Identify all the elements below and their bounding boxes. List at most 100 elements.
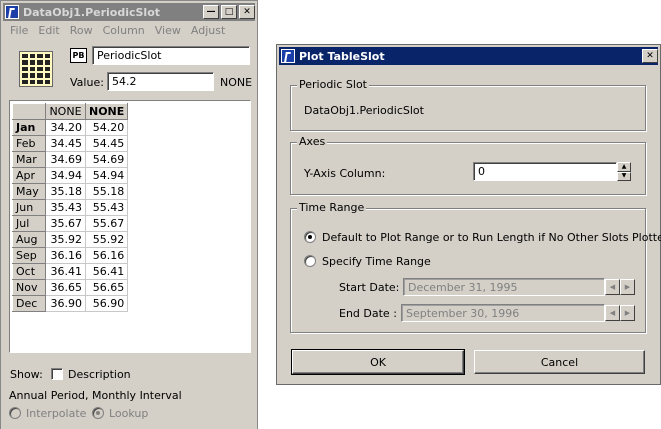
value-units: NONE bbox=[220, 76, 253, 89]
interpolate-label: Interpolate bbox=[26, 407, 87, 420]
table-cell[interactable]: 34.45 bbox=[45, 135, 86, 152]
table-cell[interactable]: 34.69 bbox=[45, 151, 86, 168]
menu-bar: File Edit Row Column View Adjust bbox=[5, 24, 230, 37]
table-cell[interactable]: 35.18 bbox=[45, 183, 86, 200]
description-checkbox[interactable] bbox=[51, 368, 63, 380]
maximize-button[interactable]: □ bbox=[221, 5, 237, 19]
slot-window-titlebar[interactable]: DataObj1.PeriodicSlot — □ ✕ bbox=[3, 3, 255, 21]
table-cell[interactable]: 34.94 bbox=[45, 167, 86, 184]
ok-button[interactable]: OK bbox=[291, 349, 465, 375]
table-row: Nov 36.65 56.65 bbox=[12, 279, 129, 296]
table-cell[interactable]: 55.43 bbox=[84, 199, 129, 216]
time-range-group-title: Time Range bbox=[297, 201, 367, 214]
table-cell[interactable]: 55.18 bbox=[84, 183, 129, 200]
spin-up-icon[interactable]: ▲ bbox=[617, 162, 631, 172]
period-text: Annual Period, Monthly Interval bbox=[9, 389, 182, 402]
table-cell[interactable]: 56.16 bbox=[84, 247, 129, 264]
close-button[interactable]: ✕ bbox=[239, 5, 255, 19]
menu-adjust[interactable]: Adjust bbox=[186, 24, 230, 37]
table-cell[interactable]: 54.69 bbox=[84, 151, 129, 168]
start-date-next-icon[interactable]: ▶ bbox=[620, 279, 635, 295]
column-header-1[interactable]: NONE bbox=[45, 103, 86, 120]
start-date-field[interactable]: December 31, 1995 bbox=[403, 278, 605, 296]
menu-view[interactable]: View bbox=[150, 24, 186, 37]
start-date-prev-icon[interactable]: ◀ bbox=[605, 279, 620, 295]
row-header[interactable]: Aug bbox=[12, 231, 46, 248]
menu-file[interactable]: File bbox=[5, 24, 33, 37]
specify-range-radio[interactable] bbox=[304, 255, 316, 267]
table-cell[interactable]: 36.90 bbox=[45, 295, 86, 312]
end-date-field[interactable]: September 30, 1996 bbox=[401, 304, 605, 322]
row-header[interactable]: Mar bbox=[12, 151, 46, 168]
table-row: Apr 34.94 54.94 bbox=[12, 167, 129, 184]
table-cell[interactable]: 55.67 bbox=[84, 215, 129, 232]
spin-down-icon[interactable]: ▼ bbox=[617, 171, 631, 181]
end-date-next-icon[interactable]: ▶ bbox=[620, 305, 635, 321]
lookup-label: Lookup bbox=[109, 407, 149, 420]
table-cell[interactable]: 54.45 bbox=[84, 135, 129, 152]
table-cell[interactable]: 35.92 bbox=[45, 231, 86, 248]
axes-group-title: Axes bbox=[297, 135, 328, 148]
dialog-titlebar[interactable]: Plot TableSlot ✕ bbox=[279, 47, 658, 65]
table-row: May 35.18 55.18 bbox=[12, 183, 129, 200]
table-corner bbox=[12, 103, 46, 120]
table-cell[interactable]: 54.94 bbox=[84, 167, 129, 184]
table-row: Jan 34.20 54.20 bbox=[12, 119, 129, 136]
cancel-button[interactable]: Cancel bbox=[474, 350, 645, 374]
table-cell[interactable]: 56.41 bbox=[84, 263, 129, 280]
table-cell[interactable]: 35.43 bbox=[45, 199, 86, 216]
row-header[interactable]: Jun bbox=[12, 199, 46, 216]
row-header[interactable]: Oct bbox=[12, 263, 46, 280]
table-cell[interactable]: 36.41 bbox=[45, 263, 86, 280]
table-cell[interactable]: 56.90 bbox=[84, 295, 129, 312]
row-header[interactable]: Jan bbox=[12, 119, 46, 136]
default-range-radio[interactable] bbox=[304, 231, 316, 243]
row-header[interactable]: Jul bbox=[12, 215, 46, 232]
table-cell[interactable]: 35.67 bbox=[45, 215, 86, 232]
table-cell[interactable]: 34.20 bbox=[45, 119, 86, 136]
dialog-title: Plot TableSlot bbox=[299, 49, 385, 63]
table-row: Jul 35.67 55.67 bbox=[12, 215, 129, 232]
row-header[interactable]: Sep bbox=[12, 247, 46, 264]
y-axis-input[interactable]: 0 bbox=[473, 162, 617, 181]
table-row: Aug 35.92 55.92 bbox=[12, 231, 129, 248]
y-axis-spinner[interactable]: ▲ ▼ bbox=[617, 162, 631, 181]
menu-row[interactable]: Row bbox=[65, 24, 98, 37]
end-date-prev-icon[interactable]: ◀ bbox=[605, 305, 620, 321]
table-slot-icon bbox=[19, 51, 53, 87]
interpolate-radio[interactable] bbox=[9, 407, 21, 419]
periodic-slot-value: DataObj1.PeriodicSlot bbox=[304, 104, 424, 117]
axes-group: Axes Y-Axis Column: 0 ▲ ▼ bbox=[290, 135, 646, 195]
table-row: Oct 36.41 56.41 bbox=[12, 263, 129, 280]
column-header-2[interactable]: NONE bbox=[84, 103, 129, 120]
table-cell[interactable]: 55.92 bbox=[84, 231, 129, 248]
table-row: Feb 34.45 54.45 bbox=[12, 135, 129, 152]
row-header[interactable]: Dec bbox=[12, 295, 46, 312]
data-table: NONE NONE Jan 34.20 54.20 Feb 34.45 54.45 Mar 3… bbox=[12, 103, 129, 312]
row-header[interactable]: May bbox=[12, 183, 46, 200]
menu-column[interactable]: Column bbox=[98, 24, 150, 37]
value-label: Value: bbox=[70, 76, 104, 89]
minimize-button[interactable]: — bbox=[203, 5, 219, 19]
lookup-radio[interactable] bbox=[92, 407, 104, 419]
show-label: Show: bbox=[10, 368, 43, 381]
row-header[interactable]: Apr bbox=[12, 167, 46, 184]
value-field[interactable]: 54.2 bbox=[107, 72, 214, 91]
menu-edit[interactable]: Edit bbox=[33, 24, 64, 37]
row-header[interactable]: Feb bbox=[12, 135, 46, 152]
slot-name-field[interactable]: PeriodicSlot bbox=[92, 46, 250, 65]
time-range-group: Time Range Default to Plot Range or to R… bbox=[290, 201, 661, 333]
table-cell[interactable]: 36.16 bbox=[45, 247, 86, 264]
dialog-close-button[interactable]: ✕ bbox=[642, 49, 658, 63]
y-axis-label: Y-Axis Column: bbox=[304, 167, 386, 180]
specify-range-label: Specify Time Range bbox=[322, 255, 431, 268]
end-date-stepper[interactable]: ◀ ▶ bbox=[605, 305, 635, 321]
table-cell[interactable]: 36.65 bbox=[45, 279, 86, 296]
table-cell[interactable]: 54.20 bbox=[84, 119, 129, 136]
description-label: Description bbox=[68, 368, 131, 381]
table-cell[interactable]: 56.65 bbox=[84, 279, 129, 296]
default-range-label: Default to Plot Range or to Run Length i… bbox=[322, 231, 661, 244]
row-header[interactable]: Nov bbox=[12, 279, 46, 296]
start-date-stepper[interactable]: ◀ ▶ bbox=[605, 279, 635, 295]
data-table-area[interactable]: NONE NONE Jan 34.20 54.20 Feb 34.45 54.45 Mar 3… bbox=[9, 100, 251, 353]
